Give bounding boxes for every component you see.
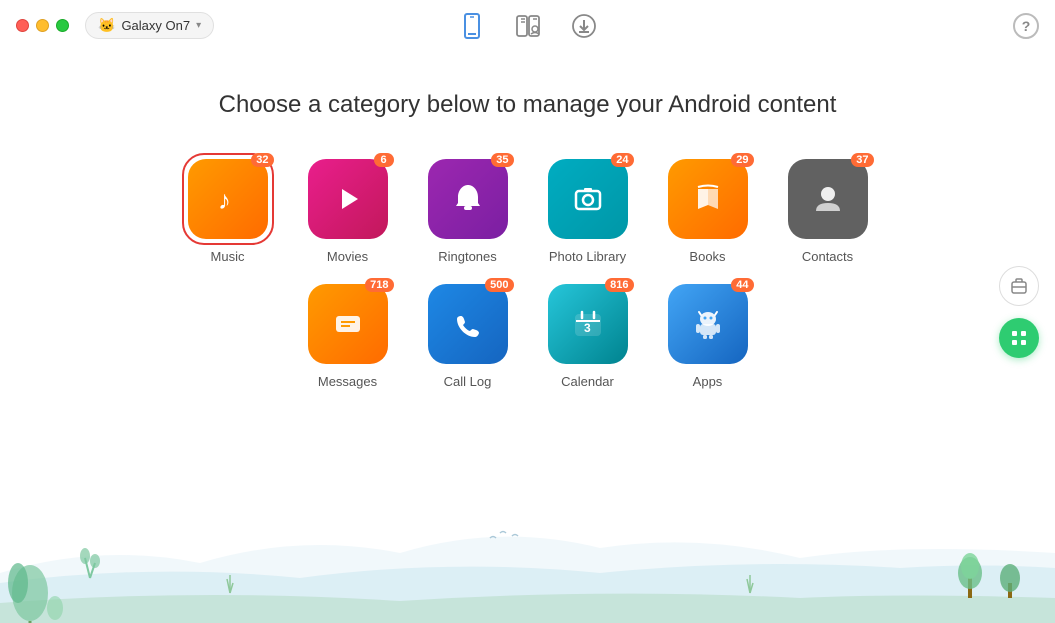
- contacts-icon-wrapper: 37: [788, 159, 868, 239]
- traffic-lights: [16, 19, 69, 32]
- device-name: Galaxy On7: [121, 18, 190, 33]
- category-grid: ♪ 32 Music 6 Movies: [178, 159, 878, 389]
- header-icons: [454, 8, 602, 44]
- main-content: Choose a category below to manage your A…: [0, 51, 1055, 389]
- phone-tab-button[interactable]: [454, 8, 490, 44]
- photo-icon-wrapper: 24: [548, 159, 628, 239]
- category-row-1: ♪ 32 Music 6 Movies: [178, 159, 878, 264]
- messages-icon: [308, 284, 388, 364]
- contacts-label: Contacts: [802, 249, 853, 264]
- music-label: Music: [211, 249, 245, 264]
- chevron-down-icon: ▾: [196, 20, 201, 31]
- category-row-2: 718 Messages 500 Call Log: [298, 284, 758, 389]
- help-button[interactable]: ?: [1013, 13, 1039, 39]
- messages-icon-wrapper: 718: [308, 284, 388, 364]
- books-icon-wrapper: 29: [668, 159, 748, 239]
- download-tab-button[interactable]: [566, 8, 602, 44]
- calllog-badge: 500: [485, 278, 513, 292]
- movies-icon-wrapper: 6: [308, 159, 388, 239]
- ringtones-label: Ringtones: [438, 249, 497, 264]
- calllog-icon: [428, 284, 508, 364]
- contacts-badge: 37: [851, 153, 873, 167]
- minimize-button[interactable]: [36, 19, 49, 32]
- music-icon-wrapper: ♪ 32: [188, 159, 268, 239]
- ringtones-badge: 35: [491, 153, 513, 167]
- contacts-icon: [788, 159, 868, 239]
- books-badge: 29: [731, 153, 753, 167]
- messages-badge: 718: [365, 278, 393, 292]
- music-badge: 32: [251, 153, 273, 167]
- maximize-button[interactable]: [56, 19, 69, 32]
- category-calllog[interactable]: 500 Call Log: [418, 284, 518, 389]
- ringtones-icon-wrapper: 35: [428, 159, 508, 239]
- ringtones-icon: [428, 159, 508, 239]
- apps-badge: 44: [731, 278, 753, 292]
- briefcase-button[interactable]: [999, 266, 1039, 306]
- category-ringtones[interactable]: 35 Ringtones: [418, 159, 518, 264]
- books-icon: [668, 159, 748, 239]
- apps-label: Apps: [693, 374, 723, 389]
- category-photo[interactable]: 24 Photo Library: [538, 159, 638, 264]
- landscape-background: [0, 493, 1055, 623]
- category-apps[interactable]: 44 Apps: [658, 284, 758, 389]
- right-buttons: [999, 266, 1039, 358]
- titlebar: 🐱 Galaxy On7 ▾: [0, 0, 1055, 51]
- svg-text:3: 3: [584, 321, 591, 335]
- photo-badge: 24: [611, 153, 633, 167]
- movies-label: Movies: [327, 249, 368, 264]
- apps-icon-wrapper: 44: [668, 284, 748, 364]
- help-label: ?: [1022, 18, 1031, 34]
- category-messages[interactable]: 718 Messages: [298, 284, 398, 389]
- calendar-badge: 816: [605, 278, 633, 292]
- category-movies[interactable]: 6 Movies: [298, 159, 398, 264]
- category-contacts[interactable]: 37 Contacts: [778, 159, 878, 264]
- category-calendar[interactable]: 3 816 Calendar: [538, 284, 638, 389]
- device-icon: 🐱: [98, 17, 115, 34]
- calendar-label: Calendar: [561, 374, 614, 389]
- calllog-icon-wrapper: 500: [428, 284, 508, 364]
- grid-button[interactable]: [999, 318, 1039, 358]
- messages-label: Messages: [318, 374, 377, 389]
- movies-icon: [308, 159, 388, 239]
- page-title: Choose a category below to manage your A…: [219, 91, 837, 119]
- music-icon: ♪: [188, 159, 268, 239]
- calendar-icon-wrapper: 3 816: [548, 284, 628, 364]
- apps-icon: [668, 284, 748, 364]
- close-button[interactable]: [16, 19, 29, 32]
- calendar-icon: 3: [548, 284, 628, 364]
- books-label: Books: [689, 249, 725, 264]
- svg-text:♪: ♪: [218, 185, 231, 215]
- movies-badge: 6: [374, 153, 394, 167]
- transfer-tab-button[interactable]: [510, 8, 546, 44]
- photo-icon: [548, 159, 628, 239]
- device-selector[interactable]: 🐱 Galaxy On7 ▾: [85, 12, 214, 39]
- category-books[interactable]: 29 Books: [658, 159, 758, 264]
- category-music[interactable]: ♪ 32 Music: [178, 159, 278, 264]
- calllog-label: Call Log: [444, 374, 492, 389]
- photo-label: Photo Library: [549, 249, 626, 264]
